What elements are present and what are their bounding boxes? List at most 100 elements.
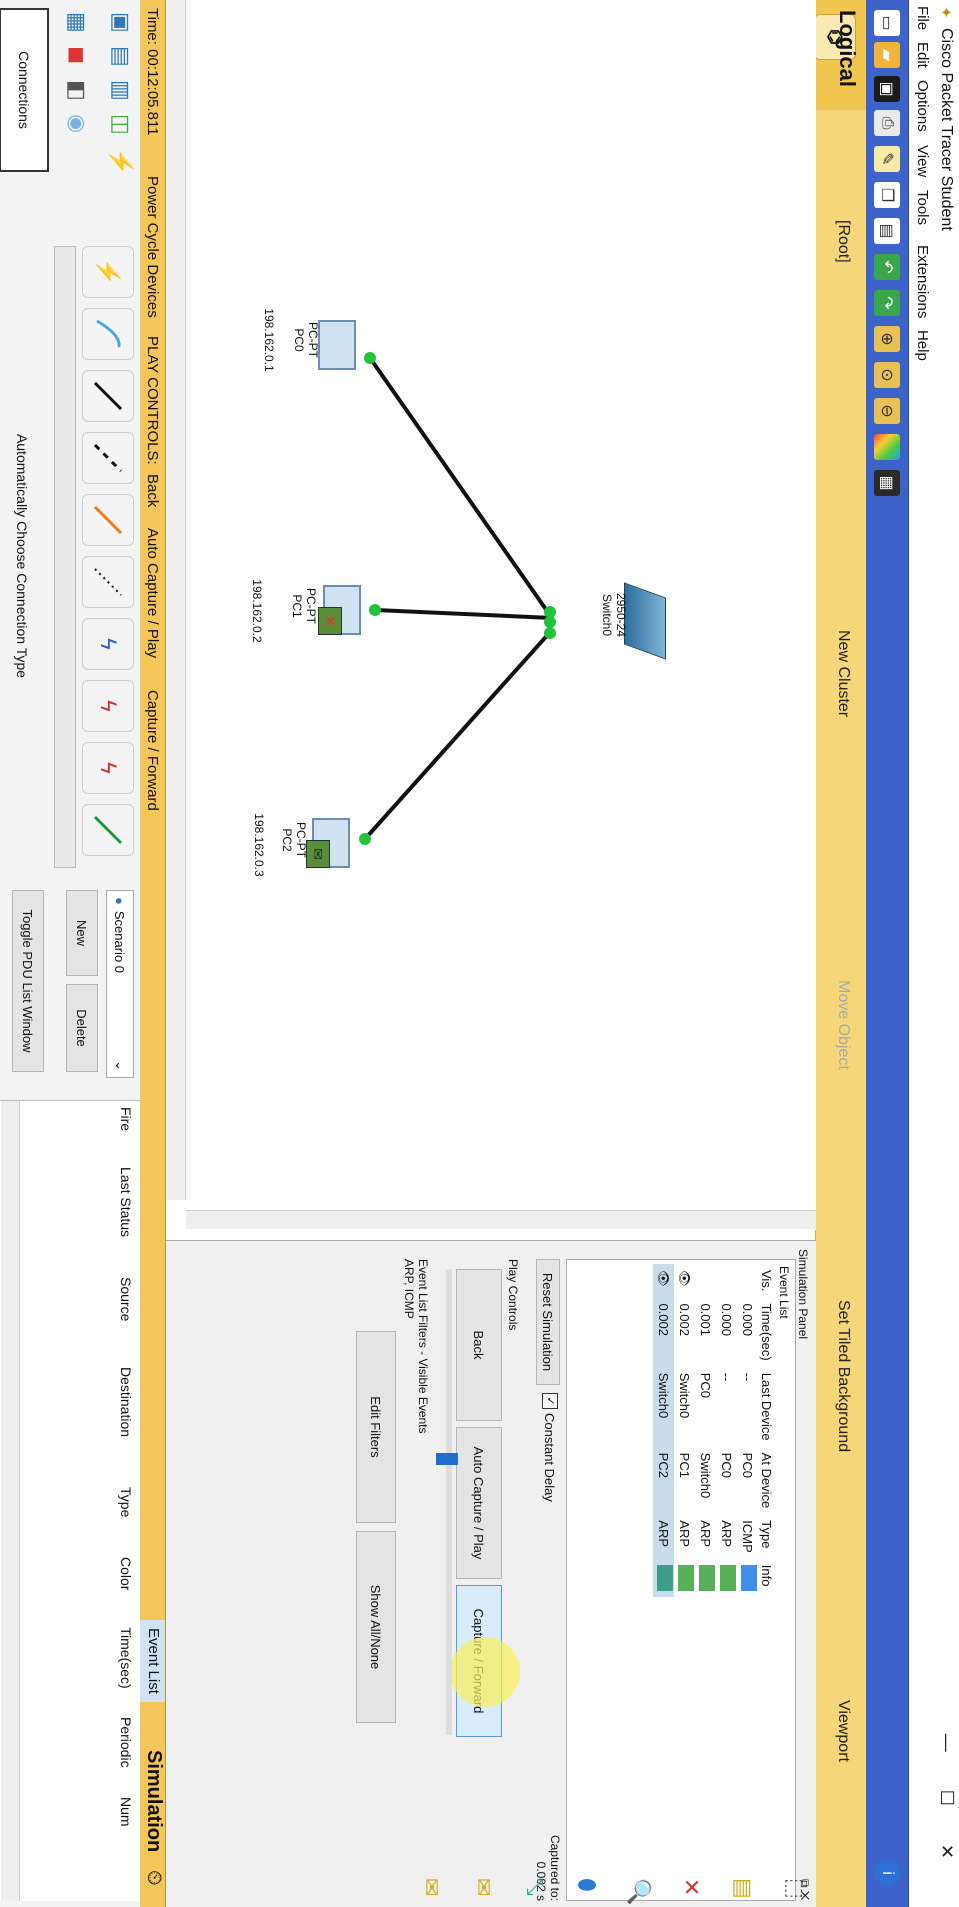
octal-cable-icon[interactable] <box>82 804 134 856</box>
set-tiled-background-button[interactable]: Set Tiled Background <box>834 1300 852 1452</box>
event-color-swatch[interactable] <box>720 1564 736 1591</box>
constant-delay-checkbox[interactable]: ✓ <box>542 1393 558 1409</box>
table-row[interactable]: 0.000 -- PC0 ARP <box>716 1264 737 1597</box>
switch-model-label: 2950-24 <box>614 592 628 638</box>
wireless-category-icon[interactable]: ◫ <box>108 114 134 135</box>
serial-dce-icon[interactable]: ϟ <box>82 680 134 732</box>
zoom-reset-icon[interactable]: ⊙ <box>874 362 900 388</box>
palette-icon[interactable] <box>874 434 900 460</box>
print-icon[interactable]: ⎙ <box>874 110 900 136</box>
simulation-mode-tab[interactable]: Simulation <box>142 1750 165 1852</box>
menu-extensions[interactable]: Extensions <box>914 245 931 318</box>
auto-connection-icon[interactable]: ⚡ <box>82 246 134 298</box>
copper-straight-through-icon[interactable] <box>82 370 134 422</box>
info-icon[interactable]: i <box>874 1860 900 1886</box>
table-row[interactable]: 0.001 PC0 Switch0 ARP <box>695 1264 716 1597</box>
draw-shape-icon[interactable]: ⬮ <box>574 1878 600 1892</box>
resize-icon[interactable]: ⤡ <box>522 1878 548 1896</box>
activity-wizard-icon[interactable]: ✎ <box>874 146 900 172</box>
event-color-swatch[interactable] <box>678 1564 694 1591</box>
switch-category-icon[interactable]: ▤ <box>108 46 134 67</box>
logical-tab[interactable]: ⌬ Logical <box>814 0 866 110</box>
add-simple-pdu-icon[interactable]: ✉ <box>470 1878 496 1896</box>
pdu-col-time: Time(sec) <box>118 1627 134 1689</box>
coaxial-cable-icon[interactable]: ϟ <box>82 618 134 670</box>
fiber-icon[interactable] <box>82 494 134 546</box>
event-color-swatch[interactable] <box>741 1564 757 1591</box>
select-icon[interactable]: ⬚ <box>782 1878 808 1899</box>
bottom-back-button[interactable]: Back <box>144 474 161 507</box>
menu-view[interactable]: View <box>914 145 931 177</box>
copper-cross-over-icon[interactable] <box>82 432 134 484</box>
auto-capture-play-button[interactable]: Auto Capture / Play <box>456 1427 502 1579</box>
delete-scenario-button[interactable]: Delete <box>66 984 98 1072</box>
menu-file[interactable]: File <box>914 6 931 30</box>
pdu-col-num: Num <box>118 1797 134 1827</box>
phone-cable-icon[interactable] <box>82 556 134 608</box>
table-row[interactable]: 👁 0.002 Switch0 PC2 ARP <box>653 1264 674 1597</box>
viewport-button[interactable]: Viewport <box>834 1700 852 1762</box>
pc1-name-label: PC1 <box>290 594 304 618</box>
device-template-icon[interactable]: ▦ <box>874 470 900 496</box>
canvas-vertical-scrollbar[interactable] <box>186 1210 816 1229</box>
save-icon[interactable]: ▣ <box>874 76 900 102</box>
power-cycle-button[interactable]: Power Cycle Devices <box>144 176 161 318</box>
delete-icon[interactable]: ✕ <box>678 1878 704 1896</box>
connections-category-icon[interactable]: ⚡ <box>108 148 134 175</box>
end-devices-category-icon[interactable]: ▦ <box>64 12 90 33</box>
console-cable-icon[interactable] <box>82 308 134 360</box>
note-icon[interactable]: ▤ <box>730 1878 756 1899</box>
main-toolbar: ▭ ▰ ▣ ⎙ ✎ ❐ ▤ ↶ ↷ ⊕ ⊙ ⊖ ▦ i <box>865 0 909 1907</box>
pc1-ip-label: 198.162.0.2 <box>250 579 264 643</box>
workspace-canvas[interactable]: 2950-24 Switch0 PC-PT PC0 198.162.0.1 ✕ … <box>166 0 816 1230</box>
copy-icon[interactable]: ❐ <box>874 182 900 208</box>
pdu-envelope-failed-icon[interactable]: ✕ <box>318 607 342 635</box>
event-color-swatch[interactable] <box>699 1564 715 1591</box>
reset-simulation-button[interactable]: Reset Simulation <box>536 1259 560 1385</box>
open-icon[interactable]: ▰ <box>874 42 900 68</box>
wan-emulation-category-icon[interactable]: ◧ <box>64 80 90 101</box>
back-button[interactable]: Back <box>456 1269 502 1421</box>
pdu-envelope-icon[interactable]: ✉ <box>306 840 330 868</box>
zoom-out-icon[interactable]: ⊖ <box>874 398 900 424</box>
undo-icon[interactable]: ↶ <box>874 254 900 280</box>
zoom-in-icon[interactable]: ⊕ <box>874 326 900 352</box>
realtime-clock-icon[interactable]: ⏲ <box>142 1870 165 1886</box>
playback-speed-thumb[interactable] <box>436 1453 458 1465</box>
playback-speed-slider[interactable] <box>446 1269 452 1735</box>
bottom-capture-forward-button[interactable]: Capture / Forward <box>144 690 161 811</box>
show-all-none-button[interactable]: Show All/None <box>356 1531 396 1723</box>
custom-category-icon[interactable]: ◉ <box>64 114 90 133</box>
canvas-horizontal-scrollbar[interactable] <box>167 0 186 1200</box>
logical-label: Logical <box>835 10 860 88</box>
hub-category-icon[interactable]: ▥ <box>108 80 134 101</box>
move-object-button[interactable]: Move Object <box>834 980 852 1070</box>
root-breadcrumb[interactable]: [Root] <box>834 220 852 263</box>
serial-dte-icon[interactable]: ϟ <box>82 742 134 794</box>
link-light-pc0 <box>364 352 376 364</box>
menu-options[interactable]: Options <box>914 80 931 132</box>
new-scenario-button[interactable]: New <box>66 890 98 976</box>
add-complex-pdu-icon[interactable]: ✉ <box>418 1878 444 1896</box>
event-color-swatch[interactable] <box>657 1564 673 1591</box>
table-row[interactable]: 👁 0.002 Switch0 PC1 ARP <box>674 1264 695 1597</box>
bottom-auto-capture-button[interactable]: Auto Capture / Play <box>144 528 161 658</box>
inspect-icon[interactable]: 🔍 <box>626 1878 652 1905</box>
menu-help[interactable]: Help <box>914 330 931 361</box>
router-category-icon[interactable]: ▣ <box>108 12 134 33</box>
toggle-pdu-list-button[interactable]: Toggle PDU List Window <box>12 890 44 1072</box>
menu-edit[interactable]: Edit <box>914 42 931 68</box>
scenario-select[interactable]: ● Scenario 0 ⌄ <box>106 890 134 1078</box>
pc0-icon[interactable] <box>318 320 356 370</box>
table-row[interactable]: 0.000 -- PC0 ICMP <box>737 1264 758 1597</box>
window-controls[interactable]: —☐✕ <box>936 1734 957 1897</box>
paste-icon[interactable]: ▤ <box>874 218 900 244</box>
new-icon[interactable]: ▭ <box>874 10 900 36</box>
new-cluster-button[interactable]: New Cluster <box>834 630 852 717</box>
connection-types-scrollbar[interactable] <box>54 246 76 868</box>
pdu-list-scrollbar[interactable] <box>1 1101 20 1901</box>
edit-filters-button[interactable]: Edit Filters <box>356 1331 396 1523</box>
menu-tools[interactable]: Tools <box>914 190 931 225</box>
redo-icon[interactable]: ↷ <box>874 290 900 316</box>
security-category-icon[interactable]: ◼ <box>64 46 90 64</box>
